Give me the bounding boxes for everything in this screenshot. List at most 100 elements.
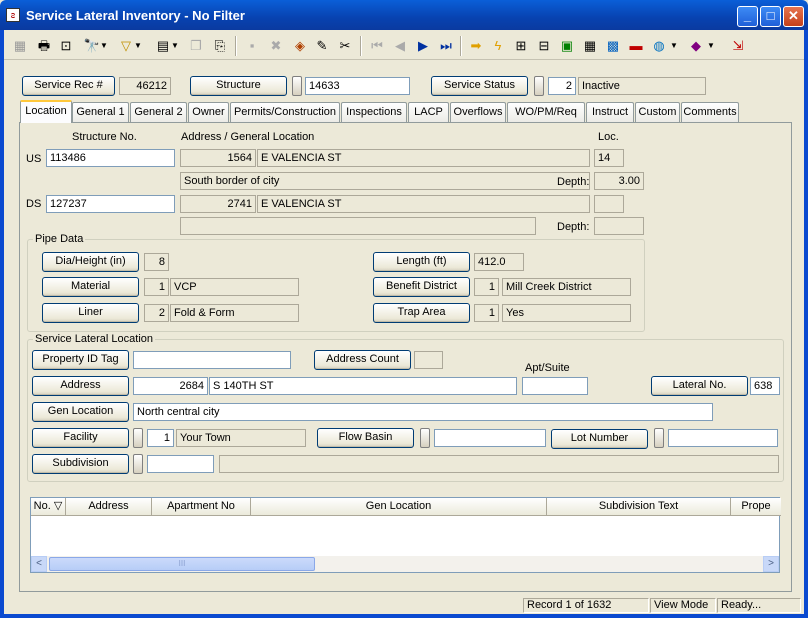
tab-permits-construction[interactable]: Permits/Construction — [230, 102, 340, 122]
facility-picker[interactable] — [133, 428, 143, 448]
toolbar-separator — [360, 36, 362, 56]
structure-button[interactable]: Structure — [190, 76, 287, 96]
tab-overflows[interactable]: Overflows — [450, 102, 506, 122]
exit-icon[interactable]: ⇲ — [728, 36, 748, 56]
grid-header-apartment-no[interactable]: Apartment No — [152, 498, 251, 516]
grid-horizontal-scrollbar[interactable]: < III > — [31, 556, 779, 572]
us-general-location: South border of city — [180, 172, 590, 190]
length-button[interactable]: Length (ft) — [373, 252, 470, 272]
lot-number-button[interactable]: Lot Number — [551, 429, 648, 449]
tab-owner[interactable]: Owner — [188, 102, 229, 122]
address-general-location-label: Address / General Location — [181, 131, 315, 143]
subdivision-code-field[interactable] — [147, 455, 214, 473]
tab-inspections[interactable]: Inspections — [341, 102, 407, 122]
save-icon[interactable]: ◈ — [290, 36, 310, 56]
scroll-thumb[interactable]: III — [49, 557, 315, 571]
map-icon[interactable]: ⊞ — [511, 36, 531, 56]
lightning-icon[interactable]: ϟ — [488, 36, 508, 56]
benefit-district-button[interactable]: Benefit District — [373, 277, 470, 297]
book-dropdown-icon[interactable]: ▼ — [706, 36, 716, 56]
subdivision-button[interactable]: Subdivision — [32, 454, 129, 474]
filter-dropdown-icon[interactable]: ▼ — [133, 36, 143, 56]
flow-basin-button[interactable]: Flow Basin — [317, 428, 414, 448]
book-icon[interactable]: ◆ — [686, 36, 706, 56]
tab-comments[interactable]: Comments — [681, 102, 739, 122]
tree-icon[interactable]: ⊟ — [534, 36, 554, 56]
app-icon[interactable]: ꙅ — [6, 8, 20, 22]
flow-basin-field[interactable] — [434, 429, 546, 447]
tab-general-2[interactable]: General 2 — [130, 102, 187, 122]
lateral-no-button[interactable]: Lateral No. — [651, 376, 748, 396]
edit-icon[interactable]: ✎ — [312, 36, 332, 56]
paste-icon[interactable]: ⎘ — [210, 36, 230, 56]
cancel-icon[interactable]: ✖ — [266, 36, 286, 56]
report-dropdown-icon[interactable]: ▼ — [170, 36, 180, 56]
scroll-left-button[interactable]: < — [31, 556, 47, 572]
flow-basin-picker[interactable] — [420, 428, 430, 448]
last-record-icon[interactable]: ⏭ — [436, 36, 456, 56]
tab-custom[interactable]: Custom — [635, 102, 680, 122]
first-record-icon[interactable]: ⏮ — [367, 36, 387, 56]
minimize-button[interactable]: _ — [737, 6, 758, 27]
grid-header-no[interactable]: No. ▽ — [31, 498, 66, 516]
find-dropdown-icon[interactable]: ▼ — [99, 36, 109, 56]
cut-icon[interactable]: ✂ — [335, 36, 355, 56]
tab-wo-pm-req[interactable]: WO/PM/Req — [507, 102, 585, 122]
lot-number-picker[interactable] — [654, 428, 664, 448]
lateral-no-field[interactable]: 638 — [750, 377, 780, 395]
facility-code-field[interactable]: 1 — [147, 429, 174, 447]
grid-icon[interactable]: ▩ — [603, 36, 623, 56]
scroll-right-button[interactable]: > — [763, 556, 779, 572]
grid-header-subdivision-text[interactable]: Subdivision Text — [547, 498, 731, 516]
service-rec-button[interactable]: Service Rec # — [22, 76, 115, 96]
structure-field[interactable]: 14633 — [305, 77, 410, 95]
tab-instruct[interactable]: Instruct — [586, 102, 634, 122]
facility-button[interactable]: Facility — [32, 428, 129, 448]
liner-button[interactable]: Liner — [42, 303, 139, 323]
delete-icon[interactable]: ▪ — [242, 36, 262, 56]
maximize-button[interactable]: □ — [760, 6, 781, 27]
window-border-left — [0, 30, 4, 618]
material-button[interactable]: Material — [42, 277, 139, 297]
service-status-code[interactable]: 2 — [548, 77, 576, 95]
structure-picker[interactable] — [292, 76, 302, 96]
close-button[interactable]: ✕ — [783, 6, 804, 27]
chart-icon[interactable]: ▣ — [557, 36, 577, 56]
next-record-icon[interactable]: ▶ — [413, 36, 433, 56]
globe-dropdown-icon[interactable]: ▼ — [669, 36, 679, 56]
trap-area-button[interactable]: Trap Area — [373, 303, 470, 323]
service-status-picker[interactable] — [534, 76, 544, 96]
dia-height-button[interactable]: Dia/Height (in) — [42, 252, 139, 272]
flag-icon[interactable]: ▬ — [626, 36, 646, 56]
grid-header-property[interactable]: Prope — [731, 498, 781, 516]
tab-general-1[interactable]: General 1 — [72, 102, 129, 122]
address-button[interactable]: Address — [32, 376, 129, 396]
grid-header-address[interactable]: Address — [66, 498, 152, 516]
tab-location[interactable]: Location — [20, 100, 72, 123]
apt-suite-field[interactable] — [522, 377, 588, 395]
ds-structure-field[interactable]: 127237 — [46, 195, 175, 213]
gen-location-button[interactable]: Gen Location — [32, 402, 129, 422]
tab-lacp[interactable]: LACP — [408, 102, 449, 122]
grid-header-gen-location[interactable]: Gen Location — [251, 498, 547, 516]
previous-record-icon[interactable]: ◀ — [390, 36, 410, 56]
new-record-icon[interactable]: ▦ — [10, 36, 30, 56]
property-id-tag-field[interactable] — [133, 351, 291, 369]
material-code-field: 1 — [144, 278, 169, 296]
property-id-tag-button[interactable]: Property ID Tag — [32, 350, 129, 370]
calculator-icon[interactable]: ▦ — [580, 36, 600, 56]
window-border-right — [804, 30, 808, 618]
us-structure-field[interactable]: 113486 — [46, 149, 175, 167]
address-number-field[interactable]: 2684 — [133, 377, 208, 395]
globe-icon[interactable]: ◍ — [649, 36, 669, 56]
address-count-button[interactable]: Address Count — [314, 350, 411, 370]
copy-icon[interactable]: ❐ — [186, 36, 206, 56]
service-status-button[interactable]: Service Status — [431, 76, 528, 96]
subdivision-picker[interactable] — [133, 454, 143, 474]
lot-number-field[interactable] — [668, 429, 778, 447]
address-street-field[interactable]: S 140TH ST — [209, 377, 517, 395]
print-preview-icon[interactable]: ⊡ — [56, 36, 76, 56]
print-icon[interactable]: 🖶 — [34, 36, 54, 56]
gen-location-field[interactable]: North central city — [133, 403, 713, 421]
goto-icon[interactable]: ➡ — [466, 36, 486, 56]
